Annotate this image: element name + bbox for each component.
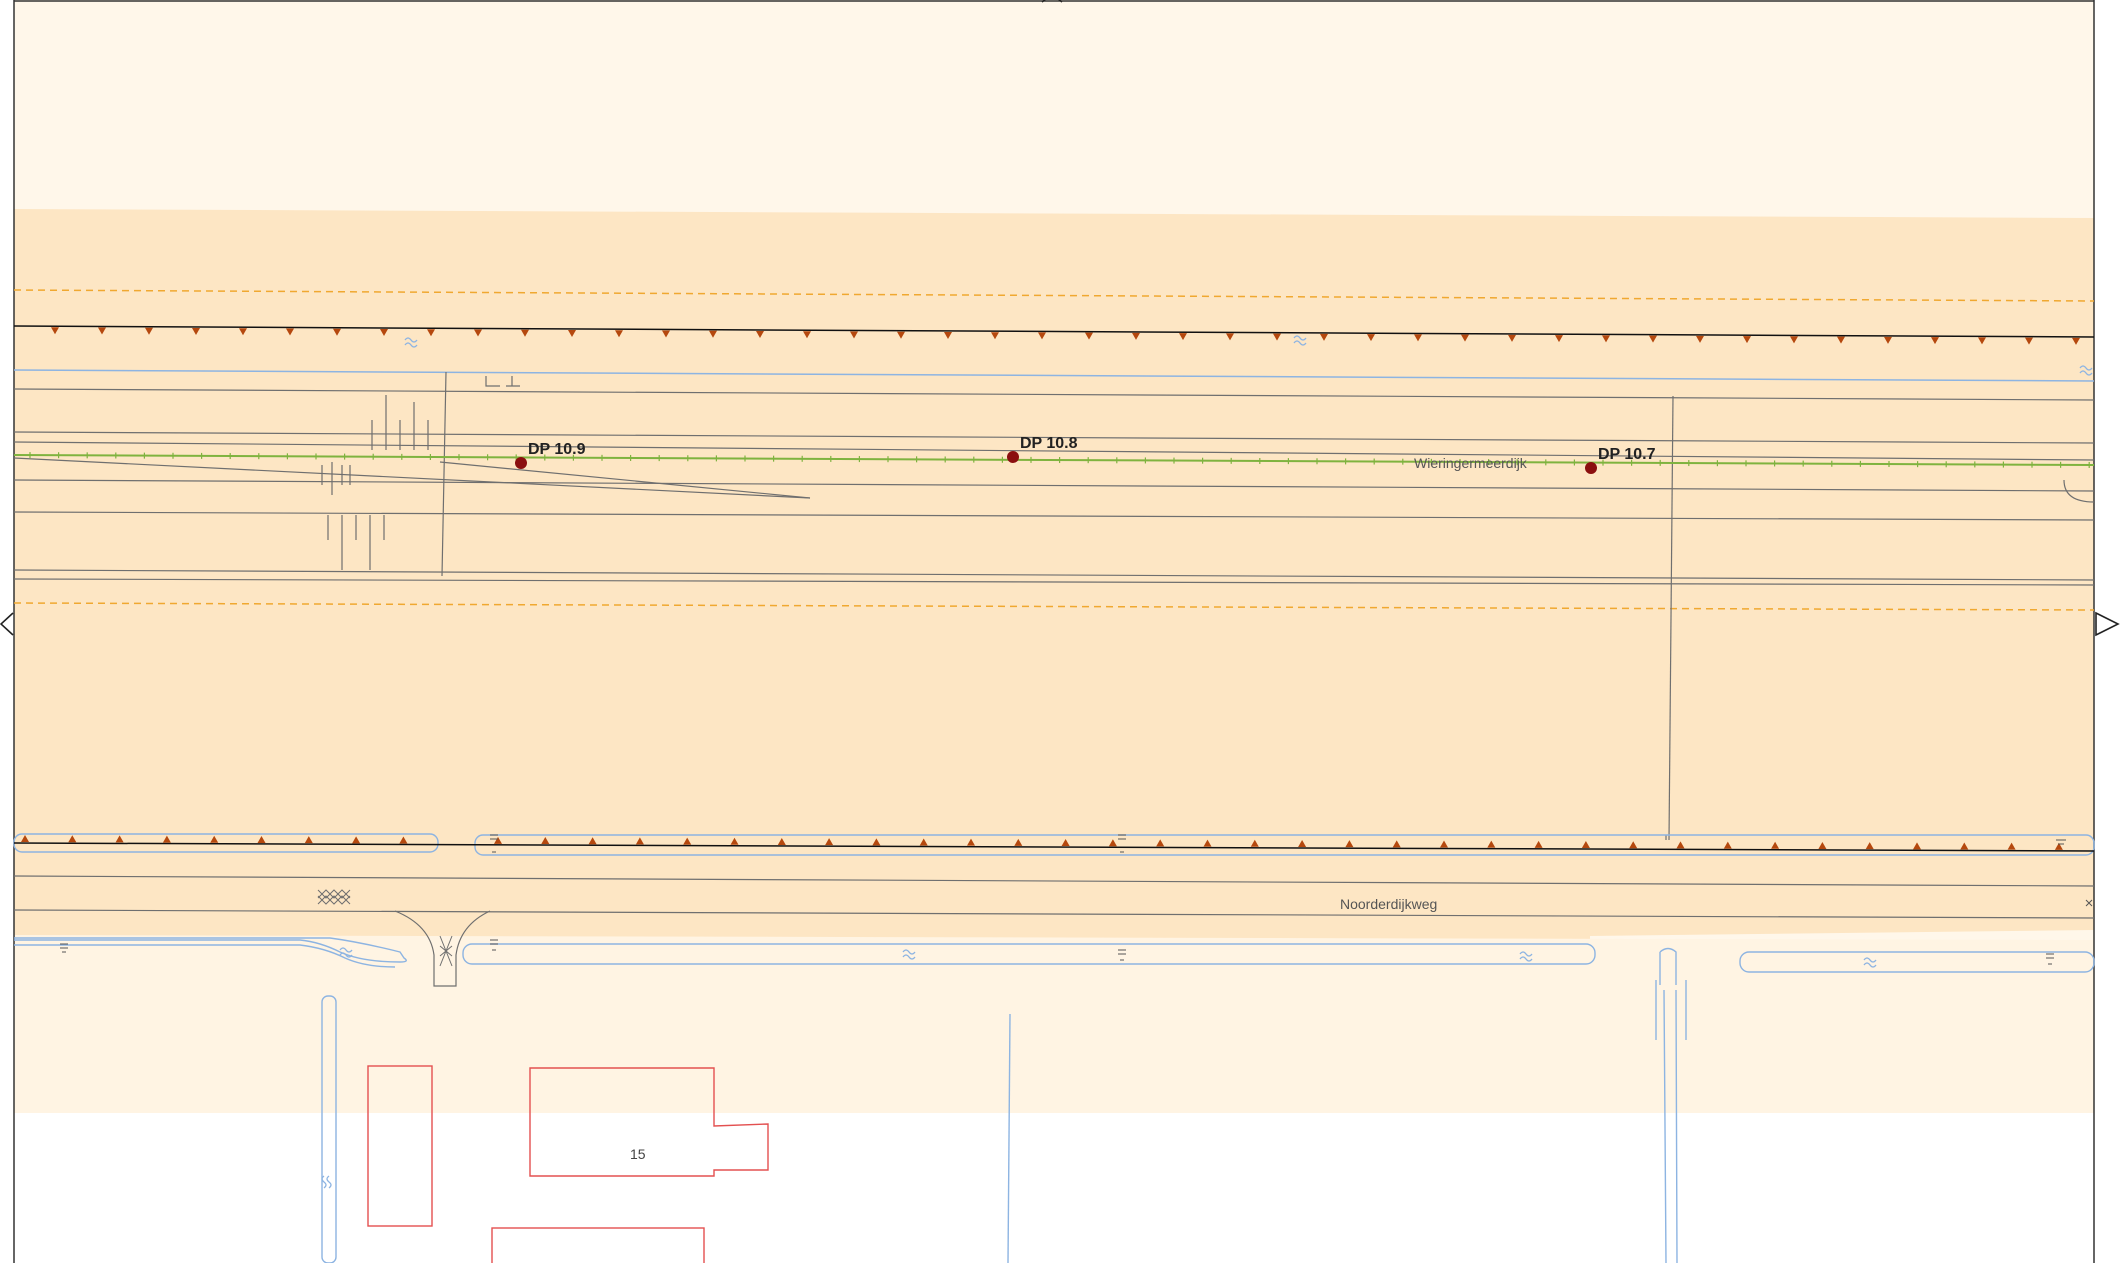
dike-zone-area — [14, 209, 2094, 962]
map-canvas[interactable]: Wieringermeerdijk DP 10.9 DP 10.8 DP 10.… — [0, 0, 2121, 1263]
dp-marker-label: DP 10.8 — [1020, 435, 1078, 452]
road-label-noorderdijkweg: Noorderdijkweg — [1340, 896, 1437, 912]
bottom-white-area — [14, 1113, 2094, 1263]
dp-marker-dot[interactable] — [1007, 451, 1019, 463]
road-label-wieringermeerdijk: Wieringermeerdijk — [1414, 455, 1528, 471]
dp-marker-label: DP 10.9 — [528, 441, 586, 458]
dp-marker-dot[interactable] — [1585, 462, 1597, 474]
lower-pale-zone — [14, 935, 2094, 1120]
dp-marker-label: DP 10.7 — [1598, 446, 1656, 463]
house-number-label: 15 — [630, 1146, 646, 1162]
dp-marker-dot[interactable] — [515, 457, 527, 469]
